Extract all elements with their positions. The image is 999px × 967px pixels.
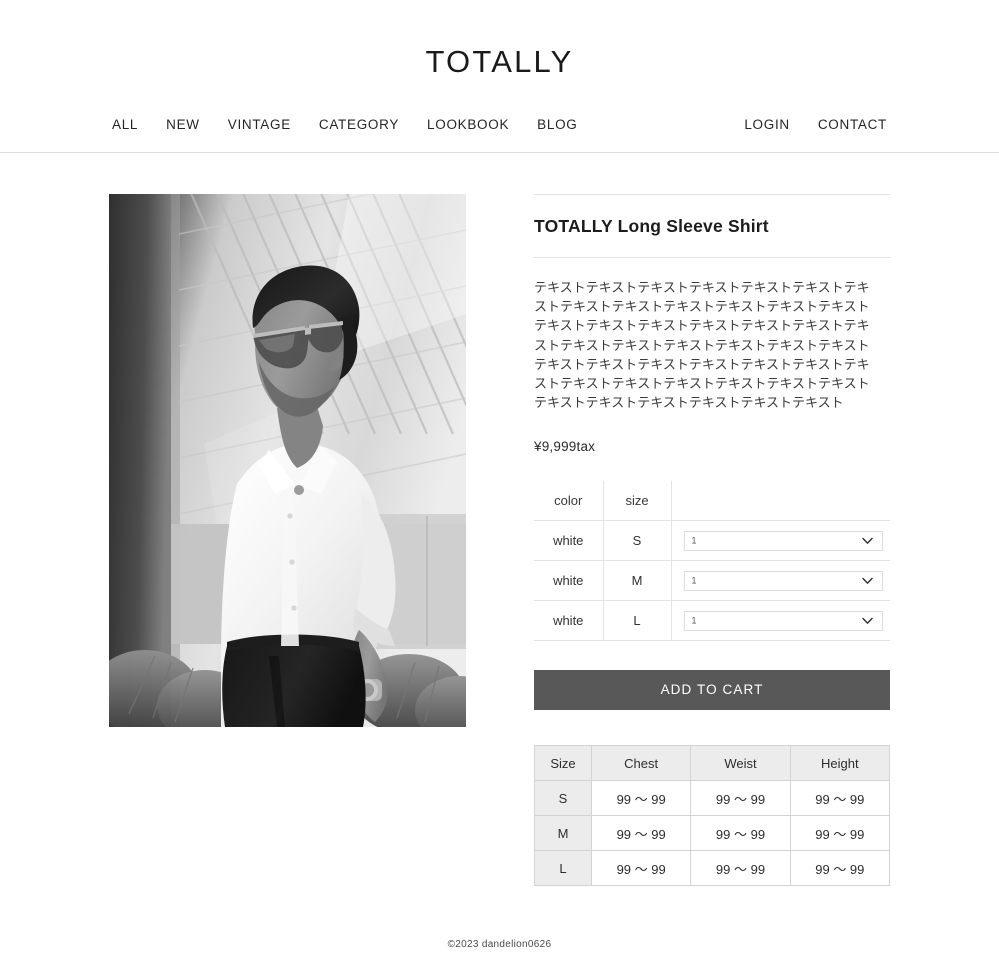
nav-link-vintage[interactable]: VINTAGE	[228, 117, 291, 132]
site-logo[interactable]: TOTALLY	[0, 46, 999, 77]
variant-color: white	[534, 520, 604, 562]
size-chart-row: L 99 〜 99 99 〜 99 99 〜 99	[534, 850, 891, 887]
add-to-cart-button[interactable]: ADD TO CART	[534, 670, 890, 711]
variant-row: white S 1	[534, 520, 890, 562]
nav-account-links: LOGIN CONTACT	[744, 117, 887, 132]
size-chart-height: 99 〜 99	[789, 850, 891, 887]
variant-header-row: color size	[534, 480, 890, 522]
variant-row: white M 1	[534, 560, 890, 602]
site-footer: ©2023 dandelion0626	[0, 939, 999, 950]
chevron-down-icon	[861, 577, 873, 584]
product-description: テキストテキストテキストテキストテキストテキストテキストテキストテキストテキスト…	[534, 280, 870, 411]
variant-header-color: color	[534, 480, 604, 522]
site-header: TOTALLY ALL NEW VINTAGE CATEGORY LOOKBOO…	[0, 0, 999, 153]
product-image[interactable]	[109, 194, 466, 727]
product-info: TOTALLY Long Sleeve Shirt テキストテキストテキストテキ…	[534, 194, 891, 887]
variant-quantity-cell: 1	[671, 520, 890, 562]
variant-size: L	[603, 600, 672, 642]
size-chart-header-height: Height	[789, 745, 891, 782]
size-chart-header-size: Size	[534, 745, 592, 782]
variant-row: white L 1	[534, 600, 890, 642]
size-chart-table: Size Chest Weist Height S 99 〜 99 99 〜 9…	[534, 745, 891, 887]
nav-primary-links: ALL NEW VINTAGE CATEGORY LOOKBOOK BLOG	[112, 117, 577, 132]
size-chart-weist: 99 〜 99	[690, 780, 791, 817]
size-chart-weist: 99 〜 99	[690, 815, 791, 852]
quantity-select-s[interactable]: 1	[683, 530, 883, 551]
quantity-value: 1	[691, 535, 697, 546]
copyright-text: ©2023 dandelion0626	[447, 939, 552, 950]
size-chart-header-row: Size Chest Weist Height	[534, 745, 891, 782]
size-chart-weist: 99 〜 99	[690, 850, 791, 887]
variant-size: S	[603, 520, 672, 562]
nav-link-blog[interactable]: BLOG	[537, 117, 577, 132]
variant-table: color size white S 1 white M 1 white L 1	[534, 480, 890, 642]
size-chart-chest: 99 〜 99	[590, 850, 692, 887]
size-chart-header-weist: Weist	[690, 745, 791, 782]
size-chart-size: S	[534, 780, 592, 817]
nav-link-category[interactable]: CATEGORY	[319, 117, 399, 132]
product-gallery	[109, 194, 466, 727]
chevron-down-icon	[861, 617, 873, 624]
size-chart-height: 99 〜 99	[789, 815, 891, 852]
variant-header-size: size	[603, 480, 672, 522]
nav-link-lookbook[interactable]: LOOKBOOK	[427, 117, 509, 132]
nav-link-contact[interactable]: CONTACT	[818, 117, 887, 132]
quantity-value: 1	[691, 615, 697, 626]
variant-quantity-cell: 1	[671, 560, 890, 602]
variant-color: white	[534, 600, 604, 642]
size-chart-row: S 99 〜 99 99 〜 99 99 〜 99	[534, 780, 891, 817]
variant-header-quantity	[671, 480, 890, 522]
product-detail: TOTALLY Long Sleeve Shirt テキストテキストテキストテキ…	[0, 153, 999, 887]
nav-link-all[interactable]: ALL	[112, 117, 138, 132]
size-chart-chest: 99 〜 99	[590, 780, 692, 817]
size-chart-chest: 99 〜 99	[590, 815, 692, 852]
size-chart-size: L	[534, 850, 592, 887]
nav-link-new[interactable]: NEW	[166, 117, 200, 132]
size-chart-size: M	[534, 815, 592, 852]
nav-link-login[interactable]: LOGIN	[744, 117, 790, 132]
quantity-value: 1	[691, 575, 697, 586]
product-price: ¥9,999tax	[534, 438, 596, 454]
variant-quantity-cell: 1	[671, 600, 890, 642]
chevron-down-icon	[861, 537, 873, 544]
variant-size: M	[603, 560, 672, 602]
variant-color: white	[534, 560, 604, 602]
quantity-select-m[interactable]: 1	[683, 570, 883, 591]
size-chart-header-chest: Chest	[590, 745, 692, 782]
quantity-select-l[interactable]: 1	[683, 610, 883, 631]
product-title: TOTALLY Long Sleeve Shirt	[534, 216, 769, 236]
size-chart-row: M 99 〜 99 99 〜 99 99 〜 99	[534, 815, 891, 852]
main-navigation: ALL NEW VINTAGE CATEGORY LOOKBOOK BLOG L…	[0, 108, 999, 141]
size-chart-height: 99 〜 99	[789, 780, 891, 817]
